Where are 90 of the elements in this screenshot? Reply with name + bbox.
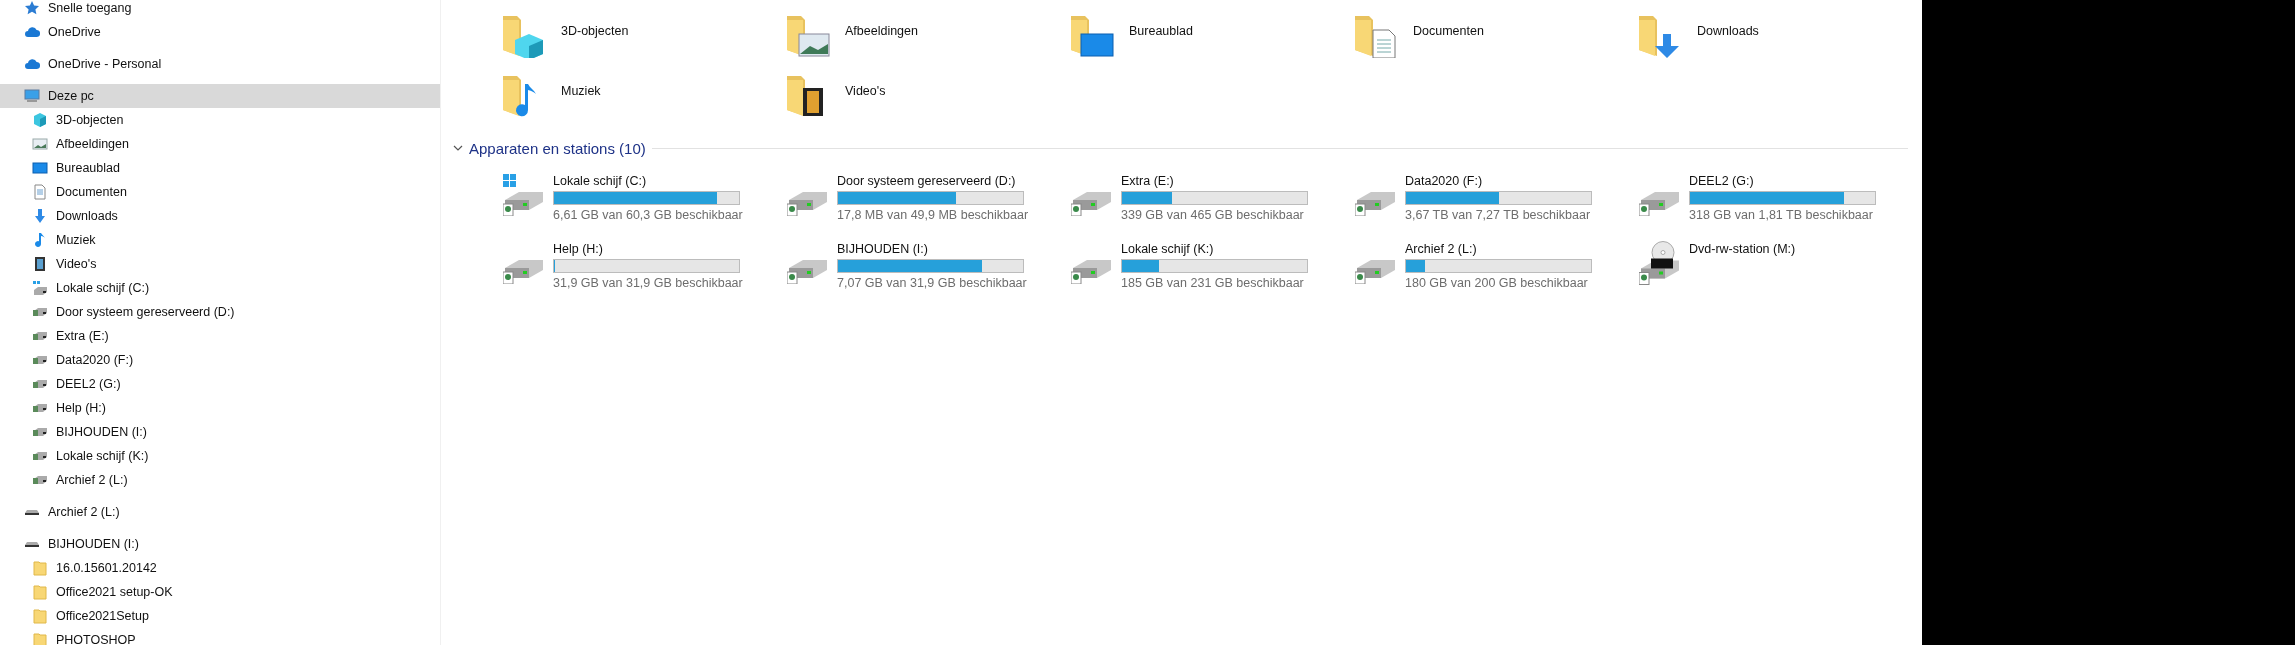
sidebar-item[interactable]: Afbeeldingen bbox=[0, 132, 440, 156]
cloud-icon bbox=[24, 24, 40, 40]
sidebar-item[interactable]: Door systeem gereserveerd (D:) bbox=[0, 300, 440, 324]
drive-name[interactable]: Dvd-rw-station (M:) bbox=[1689, 242, 1796, 256]
drive-icon bbox=[33, 476, 47, 484]
folder-label[interactable]: 3D-objecten bbox=[561, 24, 629, 38]
free-space-text: 318 GB van 1,81 TB beschikbaar bbox=[1689, 208, 1874, 222]
disc-drive-icon bbox=[1639, 241, 1679, 285]
sidebar-item[interactable]: 3D-objecten bbox=[0, 108, 440, 132]
sidebar-item[interactable]: DEEL2 (G:) bbox=[0, 372, 440, 396]
folder-label[interactable]: Downloads bbox=[1697, 24, 1759, 38]
hard-drive-icon bbox=[1639, 192, 1679, 216]
hard-drive-icon bbox=[1071, 192, 1111, 216]
sidebar-item[interactable]: Snelle toegang bbox=[0, 0, 440, 16]
sidebar-item[interactable]: Lokale schijf (C:) bbox=[0, 276, 440, 300]
folder-icon bbox=[32, 560, 48, 576]
sidebar-item[interactable]: BIJHOUDEN (I:) bbox=[0, 532, 440, 556]
hard-drive-icon bbox=[1071, 260, 1111, 284]
sidebar-item[interactable]: Bureaublad bbox=[0, 156, 440, 180]
windows-drive-icon bbox=[32, 280, 48, 296]
sidebar-item[interactable]: Muziek bbox=[0, 228, 440, 252]
drive-name[interactable]: Help (H:) bbox=[553, 242, 743, 256]
cube-icon bbox=[32, 112, 48, 128]
monitor-icon bbox=[24, 88, 40, 104]
sidebar-item[interactable]: OneDrive - Personal bbox=[0, 52, 440, 76]
drive-name[interactable]: DEEL2 (G:) bbox=[1689, 174, 1876, 188]
drive-icon bbox=[25, 541, 39, 547]
drive-icon bbox=[33, 428, 47, 436]
hard-drive-icon bbox=[1355, 192, 1395, 216]
sidebar-item[interactable]: Lokale schijf (K:) bbox=[0, 444, 440, 468]
sidebar-item[interactable]: Deze pc bbox=[0, 84, 440, 108]
film-icon bbox=[32, 256, 48, 272]
windows-drive-icon bbox=[503, 174, 543, 216]
sidebar-item[interactable]: Extra (E:) bbox=[0, 324, 440, 348]
drive-name[interactable]: Lokale schijf (C:) bbox=[553, 174, 743, 188]
cloud-icon bbox=[24, 56, 40, 72]
drive-icon bbox=[33, 452, 47, 460]
sidebar-item[interactable]: PHOTOSHOP bbox=[0, 628, 440, 645]
folder-label[interactable]: Afbeeldingen bbox=[845, 24, 918, 38]
free-space-text: 6,61 GB van 60,3 GB beschikbaar bbox=[553, 208, 743, 222]
free-space-text: 7,07 GB van 31,9 GB beschikbaar bbox=[837, 276, 1027, 290]
free-space-text: 180 GB van 200 GB beschikbaar bbox=[1405, 276, 1589, 290]
free-space-text: 339 GB van 465 GB beschikbaar bbox=[1121, 208, 1305, 222]
free-space-text: 3,67 TB van 7,27 TB beschikbaar bbox=[1405, 208, 1592, 222]
download-arrow-icon bbox=[32, 208, 48, 224]
folder-icon bbox=[32, 584, 48, 600]
sidebar-item[interactable]: Video's bbox=[0, 252, 440, 276]
sidebar-item[interactable]: Office2021 setup-OK bbox=[0, 580, 440, 604]
drive-name[interactable]: Data2020 (F:) bbox=[1405, 174, 1592, 188]
free-space-text: 185 GB van 231 GB beschikbaar bbox=[1121, 276, 1305, 290]
hard-drive-icon bbox=[503, 260, 543, 284]
sidebar-item[interactable]: 16.0.15601.20142 bbox=[0, 556, 440, 580]
sidebar-item[interactable]: Downloads bbox=[0, 204, 440, 228]
drive-icon bbox=[33, 308, 47, 316]
section-header[interactable]: Apparaten en stations (10) bbox=[453, 139, 646, 157]
chevron-icon bbox=[453, 143, 463, 153]
sidebar-item[interactable]: BIJHOUDEN (I:) bbox=[0, 420, 440, 444]
folder-label[interactable]: Muziek bbox=[561, 84, 601, 98]
sidebar-item[interactable]: Archief 2 (L:) bbox=[0, 500, 440, 524]
sidebar-item[interactable]: Data2020 (F:) bbox=[0, 348, 440, 372]
drive-icon bbox=[33, 332, 47, 340]
folder-label[interactable]: Video's bbox=[845, 84, 886, 98]
document-icon bbox=[32, 184, 48, 200]
free-space-text: 17,8 MB van 49,9 MB beschikbaar bbox=[837, 208, 1029, 222]
drive-name[interactable]: BIJHOUDEN (I:) bbox=[837, 242, 1027, 256]
folder-label[interactable]: Bureaublad bbox=[1129, 24, 1193, 38]
sidebar-item[interactable]: Office2021Setup bbox=[0, 604, 440, 628]
drive-name[interactable]: Lokale schijf (K:) bbox=[1121, 242, 1308, 256]
star-icon bbox=[24, 0, 40, 16]
sidebar-item[interactable]: OneDrive bbox=[0, 20, 440, 44]
hard-drive-icon bbox=[787, 260, 827, 284]
desktop-icon bbox=[32, 160, 48, 176]
drive-name[interactable]: Door systeem gereserveerd (D:) bbox=[837, 174, 1029, 188]
drive-name[interactable]: Extra (E:) bbox=[1121, 174, 1308, 188]
free-space-text: 31,9 GB van 31,9 GB beschikbaar bbox=[553, 276, 743, 290]
drive-icon bbox=[33, 404, 47, 412]
hard-drive-icon bbox=[1355, 260, 1395, 284]
drive-icon bbox=[33, 380, 47, 388]
folder-icon bbox=[32, 632, 48, 645]
sidebar-item[interactable]: Help (H:) bbox=[0, 396, 440, 420]
drive-icon bbox=[33, 356, 47, 364]
music-note-icon bbox=[32, 232, 48, 248]
folder-label[interactable]: Documenten bbox=[1413, 24, 1484, 38]
hard-drive-icon bbox=[787, 192, 827, 216]
sidebar-item[interactable]: Documenten bbox=[0, 180, 440, 204]
drive-icon bbox=[25, 509, 39, 515]
drive-name[interactable]: Archief 2 (L:) bbox=[1405, 242, 1592, 256]
sidebar-item[interactable]: Archief 2 (L:) bbox=[0, 468, 440, 492]
folder-icon bbox=[32, 608, 48, 624]
picture-icon bbox=[32, 136, 48, 152]
